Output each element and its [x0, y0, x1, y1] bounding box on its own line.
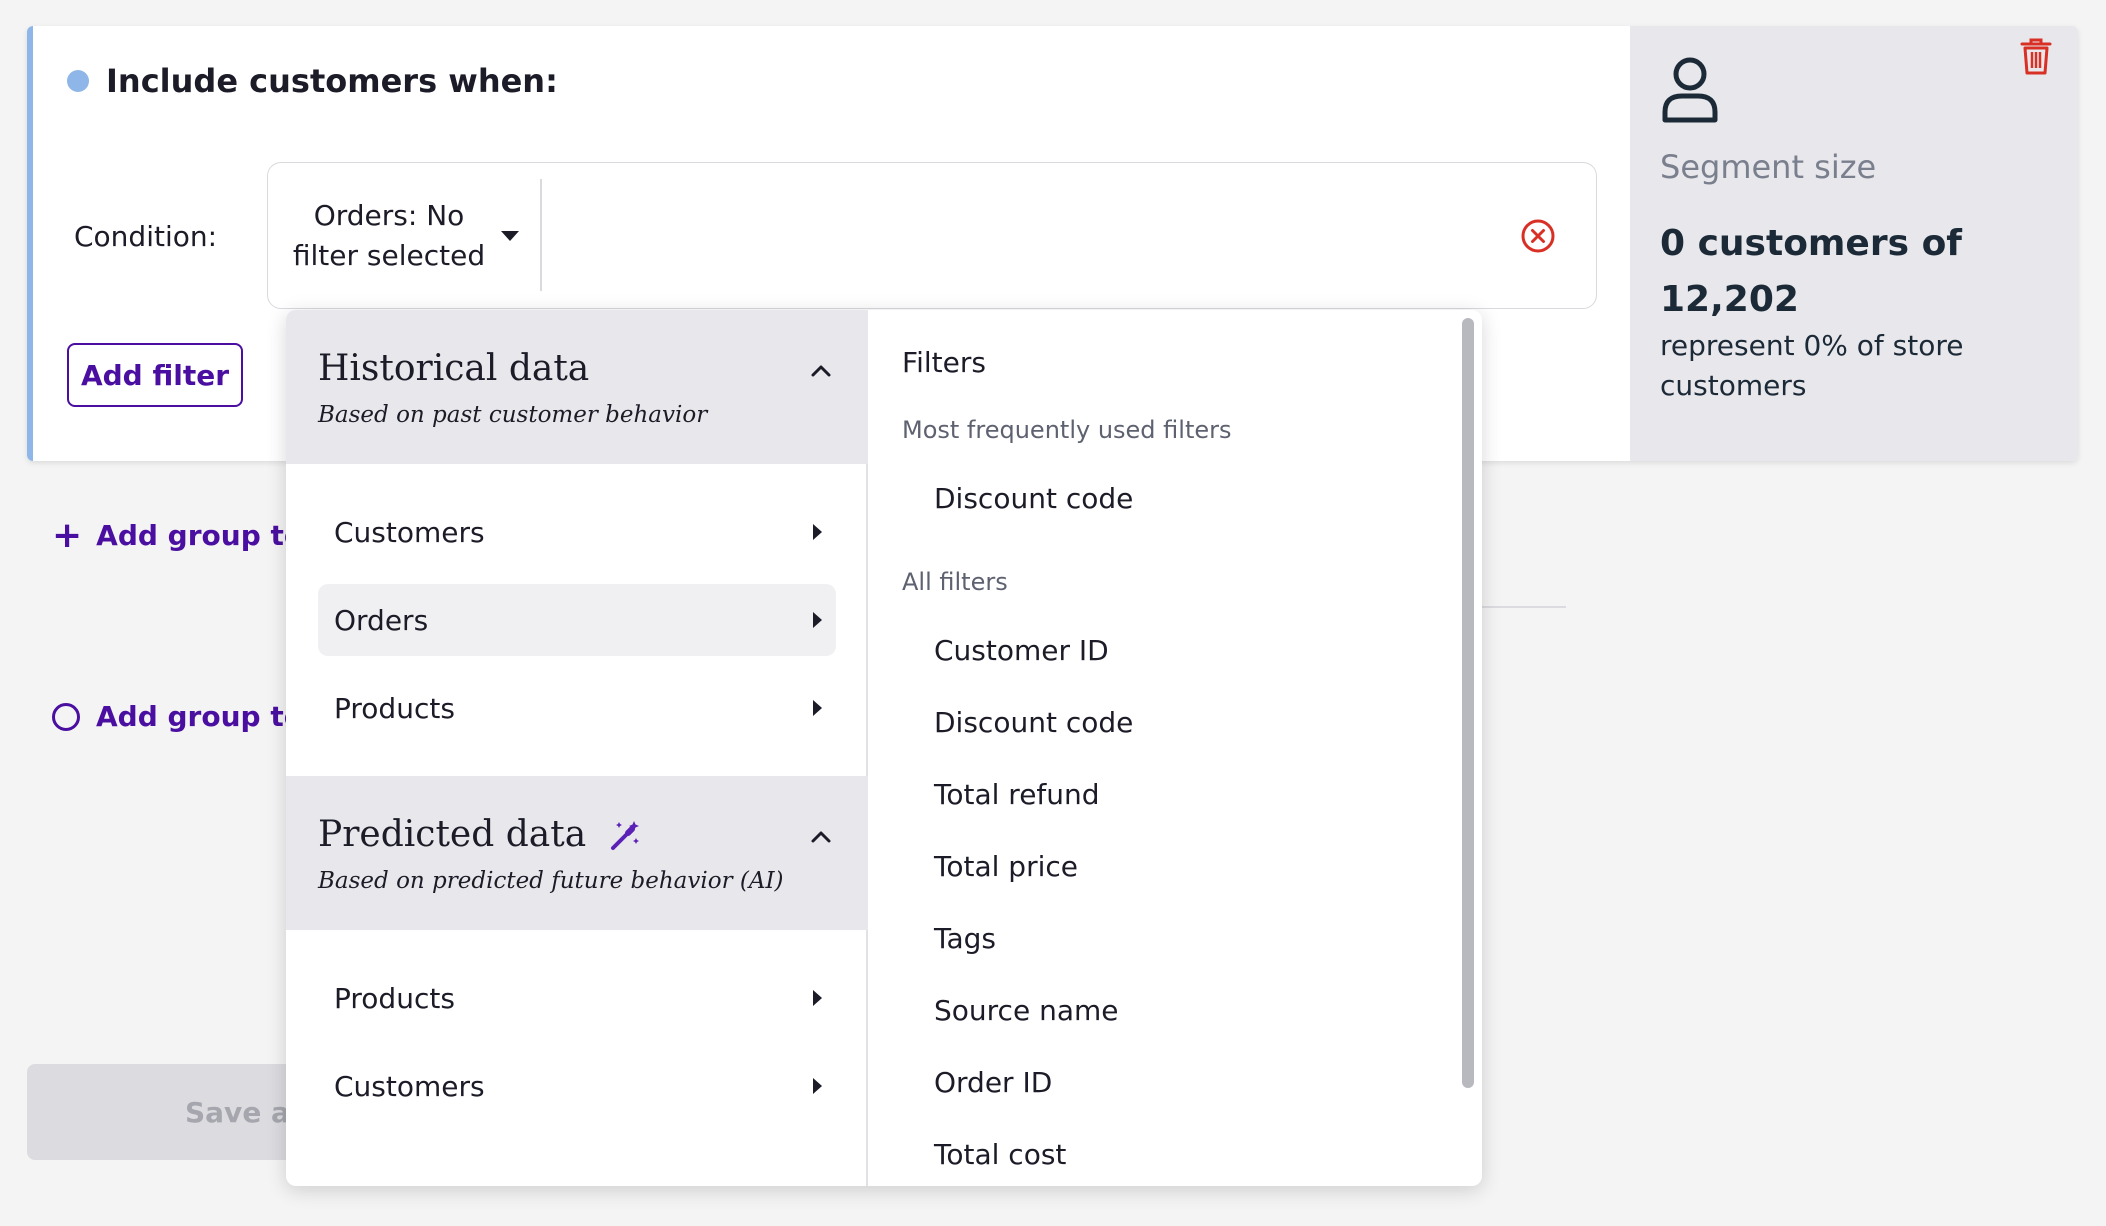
menu-item-historical-products[interactable]: Products — [318, 672, 836, 744]
trash-icon[interactable] — [2020, 38, 2052, 76]
segment-size-panel: Segment size 0 customers of 12,202 repre… — [1630, 26, 2078, 461]
filter-option[interactable]: Discount code — [934, 706, 1133, 739]
circle-icon — [52, 702, 80, 731]
divider-line — [1470, 606, 1566, 608]
filters-scrollbar[interactable] — [1462, 318, 1474, 1088]
caret-right-icon — [813, 990, 822, 1006]
condition-divider — [540, 179, 542, 291]
chevron-up-icon[interactable] — [810, 826, 832, 848]
person-icon — [1662, 57, 1718, 123]
magic-wand-icon — [611, 820, 640, 850]
menu-item-historical-customers[interactable]: Customers — [318, 496, 836, 568]
condition-label: Condition: — [74, 220, 218, 253]
historical-title: Historical data — [318, 348, 589, 389]
menu-item-label: Customers — [334, 515, 485, 549]
predicted-subtitle: Based on predicted future behavior (AI) — [318, 868, 784, 894]
group-status-dot — [67, 70, 89, 92]
filters-panel: Filters Most frequently used filters Dis… — [870, 310, 1482, 1186]
predicted-title-text: Predicted data — [318, 814, 587, 855]
caret-right-icon — [813, 524, 822, 540]
menu-item-label: Products — [334, 691, 455, 725]
add-filter-button[interactable]: Add filter — [67, 343, 243, 407]
condition-select[interactable]: Orders: No filter selected — [268, 163, 540, 308]
menu-item-predicted-customers[interactable]: Customers — [318, 1050, 836, 1122]
menu-item-label: Customers — [334, 1069, 485, 1103]
add-group-include-link[interactable]: + Add group to i — [52, 515, 322, 556]
filter-option[interactable]: Order ID — [934, 1066, 1052, 1099]
segment-description: represent 0% of store customers — [1660, 329, 1964, 402]
filter-option[interactable]: Total cost — [934, 1138, 1066, 1171]
filter-option[interactable]: Source name — [934, 994, 1118, 1027]
menu-item-predicted-products[interactable]: Products — [318, 962, 836, 1034]
card-title: Include customers when: — [106, 62, 558, 100]
filter-option[interactable]: Total refund — [934, 778, 1100, 811]
segment-count: 0 customers of 12,202 — [1660, 223, 1962, 320]
frequent-filters-heading: Most frequently used filters — [902, 416, 1232, 444]
caret-right-icon — [813, 700, 822, 716]
caret-right-icon — [813, 1078, 822, 1094]
historical-section-header[interactable]: Historical data Based on past customer b… — [286, 310, 868, 464]
card-header: Include customers when: — [67, 62, 558, 100]
filter-option[interactable]: Tags — [934, 922, 996, 955]
predicted-title: Predicted data — [318, 814, 642, 855]
card-accent-bar — [27, 26, 33, 461]
all-filters-heading: All filters — [902, 568, 1008, 596]
filters-title: Filters — [902, 346, 986, 379]
filter-option[interactable]: Customer ID — [934, 634, 1109, 667]
condition-box: Orders: No filter selected — [267, 162, 1597, 309]
caret-down-icon — [501, 230, 519, 241]
caret-right-icon — [813, 612, 822, 628]
predicted-section-header[interactable]: Predicted data Based on predicted future… — [286, 776, 868, 930]
clear-icon[interactable] — [1520, 218, 1556, 254]
segment-size-label: Segment size — [1660, 148, 1877, 186]
chevron-up-icon[interactable] — [810, 360, 832, 382]
filter-dropdown: Historical data Based on past customer b… — [286, 310, 1482, 1186]
filter-option[interactable]: Discount code — [934, 482, 1133, 515]
data-category-menu: Historical data Based on past customer b… — [286, 310, 868, 1186]
filter-option[interactable]: Total price — [934, 850, 1078, 883]
menu-item-historical-orders[interactable]: Orders — [318, 584, 836, 656]
historical-title-text: Historical data — [318, 348, 590, 389]
historical-subtitle: Based on past customer behavior — [318, 402, 708, 428]
condition-select-value: Orders: No filter selected — [292, 198, 486, 272]
menu-item-label: Orders — [334, 603, 429, 637]
plus-icon: + — [52, 515, 83, 556]
menu-item-label: Products — [334, 981, 455, 1015]
